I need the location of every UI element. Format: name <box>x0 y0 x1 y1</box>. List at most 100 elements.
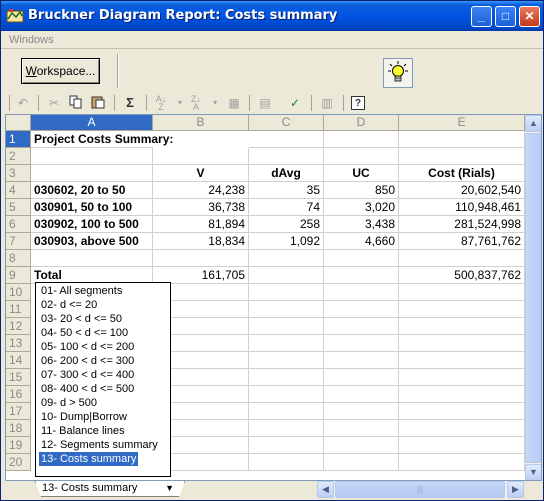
cell-davg[interactable]: 258 <box>249 216 324 233</box>
horizontal-scrollbar[interactable]: ◀ ||| ▶ <box>317 481 524 498</box>
chart-icon[interactable]: ▤ <box>257 95 273 111</box>
cell-empty[interactable] <box>324 335 399 352</box>
cell-empty[interactable] <box>249 369 324 386</box>
total-cost[interactable]: 500,837,762 <box>399 267 525 284</box>
cell-empty[interactable] <box>399 454 525 471</box>
sheet-dropdown-list[interactable]: 01- All segments 02- d <= 20 03- 20 < d … <box>35 282 171 477</box>
scroll-up-button[interactable]: ▲ <box>525 115 541 132</box>
scroll-right-button[interactable]: ▶ <box>507 481 524 498</box>
row-header[interactable]: 12 <box>6 318 31 335</box>
cell-empty[interactable] <box>249 267 324 284</box>
column-header-e[interactable]: E <box>399 115 525 131</box>
cell-cost[interactable]: 20,602,540 <box>399 182 525 199</box>
row-header[interactable]: 18 <box>6 420 31 437</box>
cell-v[interactable]: 36,738 <box>153 199 249 216</box>
cell-empty[interactable] <box>324 386 399 403</box>
sort-descending-icon[interactable]: Z↓ A <box>188 95 204 112</box>
cell-davg[interactable]: 74 <box>249 199 324 216</box>
row-header[interactable]: 19 <box>6 437 31 454</box>
chevron-down-icon[interactable]: ▼ <box>165 481 174 495</box>
sort-descending-dropdown-icon[interactable]: ▾ <box>207 95 223 111</box>
row-header[interactable]: 1 <box>6 131 31 148</box>
row-name[interactable]: 030901, 50 to 100 <box>31 199 153 216</box>
scroll-left-button[interactable]: ◀ <box>317 481 334 498</box>
cell-empty[interactable] <box>249 403 324 420</box>
cell-uc[interactable]: 850 <box>324 182 399 199</box>
cell-a1-title[interactable]: Project Costs Summary: <box>31 131 173 148</box>
cell-empty[interactable] <box>249 454 324 471</box>
row-header[interactable]: 14 <box>6 352 31 369</box>
cell-cost[interactable]: 110,948,461 <box>399 199 525 216</box>
row-name[interactable]: 030602, 20 to 50 <box>31 182 153 199</box>
cell-empty[interactable] <box>249 352 324 369</box>
row-header[interactable]: 15 <box>6 369 31 386</box>
cell-davg[interactable]: 1,092 <box>249 233 324 250</box>
minimize-button[interactable]: _ <box>471 6 492 27</box>
column-header-b[interactable]: B <box>153 115 249 131</box>
copy-icon[interactable] <box>68 95 84 111</box>
cell-empty[interactable] <box>249 148 324 165</box>
horizontal-scroll-thumb[interactable]: ||| <box>335 481 505 498</box>
cell-empty[interactable] <box>324 148 399 165</box>
row-header[interactable]: 8 <box>6 250 31 267</box>
format-icon[interactable]: ▦ <box>226 95 242 111</box>
cell-empty[interactable] <box>324 301 399 318</box>
cell-empty[interactable] <box>324 267 399 284</box>
workspace-button[interactable]: Workspace... <box>21 58 100 84</box>
row-header[interactable]: 9 <box>6 267 31 284</box>
cell-empty[interactable] <box>399 386 525 403</box>
row-header[interactable]: 17 <box>6 403 31 420</box>
cell-uc[interactable]: 3,438 <box>324 216 399 233</box>
cell-empty[interactable] <box>399 318 525 335</box>
dropdown-option-selected[interactable]: 13- Costs summary <box>39 452 139 466</box>
dropdown-option[interactable]: 08- 400 < d <= 500 <box>39 382 136 396</box>
paste-icon[interactable] <box>90 95 106 111</box>
cell-empty[interactable] <box>399 420 525 437</box>
cell-empty[interactable] <box>399 284 525 301</box>
lightbulb-button[interactable] <box>383 58 413 88</box>
cell-empty[interactable] <box>31 250 153 267</box>
row-header[interactable]: 13 <box>6 335 31 352</box>
cell-v[interactable]: 81,894 <box>153 216 249 233</box>
row-header[interactable]: 11 <box>6 301 31 318</box>
cell-empty[interactable] <box>399 148 525 165</box>
dropdown-option[interactable]: 12- Segments summary <box>39 438 160 452</box>
cell-empty[interactable] <box>249 437 324 454</box>
cell-v[interactable]: 24,238 <box>153 182 249 199</box>
close-button[interactable]: ✕ <box>519 6 540 27</box>
cell-empty[interactable] <box>399 301 525 318</box>
dropdown-option[interactable]: 03- 20 < d <= 50 <box>39 312 124 326</box>
row-header[interactable]: 3 <box>6 165 31 182</box>
row-header[interactable]: 16 <box>6 386 31 403</box>
sort-ascending-icon[interactable]: A↓ Z <box>153 95 169 112</box>
properties-icon[interactable]: ▥ <box>319 95 335 111</box>
cell-empty[interactable] <box>324 454 399 471</box>
header-v[interactable]: V <box>153 165 249 182</box>
sort-ascending-dropdown-icon[interactable]: ▾ <box>172 95 188 111</box>
cell-empty[interactable] <box>249 250 324 267</box>
row-header[interactable]: 10 <box>6 284 31 301</box>
cell-davg[interactable]: 35 <box>249 182 324 199</box>
cell-uc[interactable]: 3,020 <box>324 199 399 216</box>
cell-empty[interactable] <box>153 148 249 165</box>
dropdown-option[interactable]: 05- 100 < d <= 200 <box>39 340 136 354</box>
cell-empty[interactable] <box>249 318 324 335</box>
cell-empty[interactable] <box>324 284 399 301</box>
maximize-button[interactable]: □ <box>495 6 516 27</box>
cell-empty[interactable] <box>324 437 399 454</box>
dropdown-option[interactable]: 07- 300 < d <= 400 <box>39 368 136 382</box>
row-name[interactable]: 030903, above 500 <box>31 233 153 250</box>
row-header[interactable]: 2 <box>6 148 31 165</box>
cell-empty[interactable] <box>399 250 525 267</box>
sheet-tab-selector[interactable]: 13- Costs summary ▼ <box>35 481 185 497</box>
cell-empty[interactable] <box>249 284 324 301</box>
cell-empty[interactable] <box>399 335 525 352</box>
vertical-scrollbar[interactable]: ▲ ▼ <box>525 115 541 480</box>
row-header[interactable]: 7 <box>6 233 31 250</box>
dropdown-option[interactable]: 06- 200 < d <= 300 <box>39 354 136 368</box>
cell-empty[interactable] <box>399 403 525 420</box>
column-header-c[interactable]: C <box>249 115 324 131</box>
header-cost[interactable]: Cost (Rials) <box>399 165 525 182</box>
cell-empty[interactable] <box>324 369 399 386</box>
help-icon[interactable]: ? <box>351 96 365 110</box>
